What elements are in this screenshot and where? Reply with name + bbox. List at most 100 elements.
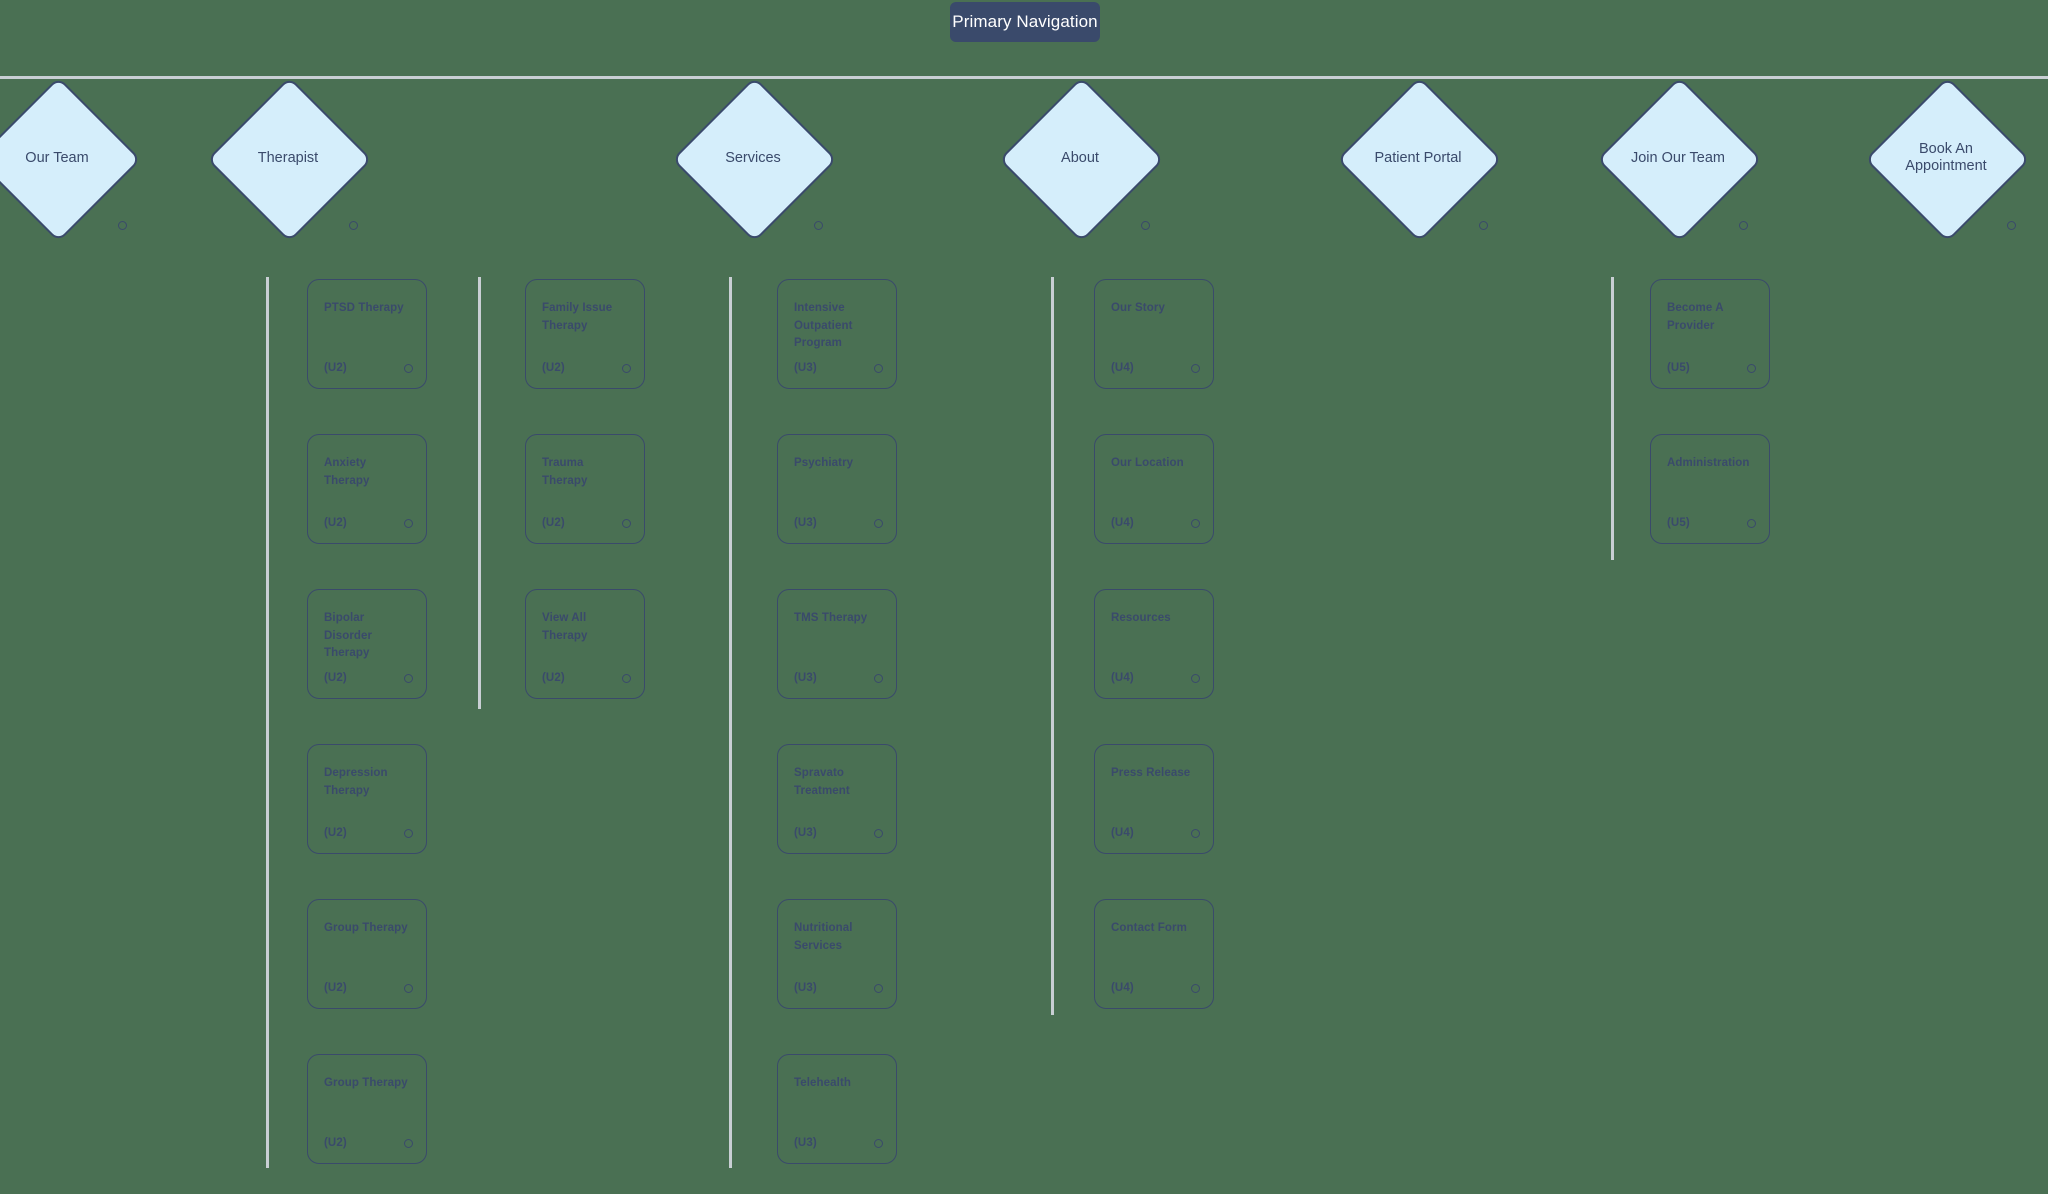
- top-level-node-book-an-appointment[interactable]: Book An Appointment: [1864, 76, 2031, 243]
- node-card[interactable]: Telehealth (U3): [777, 1054, 897, 1164]
- node-card-title: Group Therapy: [324, 1077, 408, 1089]
- node-anchor-circle-icon[interactable]: [874, 1139, 883, 1148]
- node-card-code: (U5): [1667, 362, 1690, 374]
- node-card-title: Telehealth: [794, 1077, 852, 1089]
- node-anchor-circle-icon[interactable]: [1747, 364, 1756, 373]
- node-anchor-circle-icon[interactable]: [118, 221, 127, 230]
- node-card-code: (U3): [794, 982, 817, 994]
- node-card[interactable]: View All Therapy (U2): [525, 589, 645, 699]
- diamond-shape: [998, 76, 1165, 243]
- node-card[interactable]: Group Therapy (U2): [307, 899, 427, 1009]
- node-card-code: (U2): [324, 982, 347, 994]
- top-level-node-join-our-team[interactable]: Join Our Team: [1596, 76, 1763, 243]
- node-card[interactable]: Press Release (U4): [1094, 744, 1214, 854]
- node-card[interactable]: Administration (U5): [1650, 434, 1770, 544]
- node-card-code: (U3): [794, 672, 817, 684]
- top-level-node-our-team[interactable]: Our Team: [0, 76, 142, 243]
- node-card-code: (U4): [1111, 672, 1134, 684]
- node-card[interactable]: Group Therapy (U2): [307, 1054, 427, 1164]
- node-anchor-circle-icon[interactable]: [404, 674, 413, 683]
- node-card-code: (U2): [324, 827, 347, 839]
- diamond-shape: [1596, 76, 1763, 243]
- node-card[interactable]: Psychiatry (U3): [777, 434, 897, 544]
- node-card[interactable]: Bipolar Disorder Therapy (U2): [307, 589, 427, 699]
- node-card-title: Psychiatry: [794, 457, 854, 469]
- rail-services: [729, 277, 732, 1168]
- rail-therapist-col2: [478, 277, 481, 709]
- node-card-title: Administration: [1667, 457, 1750, 469]
- node-anchor-circle-icon[interactable]: [404, 829, 413, 838]
- node-anchor-circle-icon[interactable]: [814, 221, 823, 230]
- node-card-title: Contact Form: [1111, 922, 1187, 934]
- node-card-title: Group Therapy: [324, 922, 408, 934]
- node-card-code: (U2): [542, 517, 565, 529]
- top-level-node-patient-portal[interactable]: Patient Portal: [1336, 76, 1503, 243]
- node-anchor-circle-icon[interactable]: [404, 1139, 413, 1148]
- node-card-code: (U3): [794, 827, 817, 839]
- node-anchor-circle-icon[interactable]: [1739, 221, 1748, 230]
- node-anchor-circle-icon[interactable]: [1141, 221, 1150, 230]
- node-anchor-circle-icon[interactable]: [874, 984, 883, 993]
- node-card[interactable]: Our Story (U4): [1094, 279, 1214, 389]
- node-card-code: (U2): [324, 1137, 347, 1149]
- node-card-code: (U4): [1111, 517, 1134, 529]
- diamond-shape: [671, 76, 838, 243]
- node-anchor-circle-icon[interactable]: [1191, 829, 1200, 838]
- node-card[interactable]: Nutritional Services (U3): [777, 899, 897, 1009]
- node-anchor-circle-icon[interactable]: [1191, 984, 1200, 993]
- node-card[interactable]: Anxiety Therapy (U2): [307, 434, 427, 544]
- node-card[interactable]: Spravato Treatment (U3): [777, 744, 897, 854]
- node-card-title: Depression Therapy: [324, 767, 388, 797]
- node-card[interactable]: Depression Therapy (U2): [307, 744, 427, 854]
- node-card[interactable]: Trauma Therapy (U2): [525, 434, 645, 544]
- node-anchor-circle-icon[interactable]: [622, 674, 631, 683]
- node-anchor-circle-icon[interactable]: [404, 364, 413, 373]
- node-anchor-circle-icon[interactable]: [404, 984, 413, 993]
- node-anchor-circle-icon[interactable]: [874, 829, 883, 838]
- node-card-code: (U2): [324, 362, 347, 374]
- node-card[interactable]: PTSD Therapy (U2): [307, 279, 427, 389]
- node-card[interactable]: Family Issue Therapy (U2): [525, 279, 645, 389]
- node-card[interactable]: TMS Therapy (U3): [777, 589, 897, 699]
- node-card-code: (U4): [1111, 982, 1134, 994]
- node-card-code: (U4): [1111, 362, 1134, 374]
- node-anchor-circle-icon[interactable]: [874, 519, 883, 528]
- rail-therapist-col1: [266, 277, 269, 1168]
- node-anchor-circle-icon[interactable]: [1479, 221, 1488, 230]
- node-card-title: Our Location: [1111, 457, 1184, 469]
- node-card-title: Family Issue Therapy: [542, 302, 613, 332]
- node-card-code: (U3): [794, 1137, 817, 1149]
- node-card[interactable]: Become A Provider (U5): [1650, 279, 1770, 389]
- sitemap-canvas: Primary Navigation Our Team Therapist Serv…: [0, 0, 2048, 1194]
- node-anchor-circle-icon[interactable]: [1191, 674, 1200, 683]
- node-anchor-circle-icon[interactable]: [349, 221, 358, 230]
- node-card-title: Become A Provider: [1667, 302, 1724, 332]
- node-anchor-circle-icon[interactable]: [2007, 221, 2016, 230]
- node-card-title: PTSD Therapy: [324, 302, 404, 314]
- primary-navigation-label: Primary Navigation: [950, 2, 1100, 42]
- top-level-node-services[interactable]: Services: [671, 76, 838, 243]
- node-anchor-circle-icon[interactable]: [1191, 519, 1200, 528]
- diamond-shape: [1864, 76, 2031, 243]
- node-card-title: Our Story: [1111, 302, 1165, 314]
- node-card[interactable]: Intensive Outpatient Program (U3): [777, 279, 897, 389]
- node-card-title: Bipolar Disorder Therapy: [324, 612, 373, 659]
- node-anchor-circle-icon[interactable]: [622, 364, 631, 373]
- top-level-node-about[interactable]: About: [998, 76, 1165, 243]
- top-level-node-therapist[interactable]: Therapist: [206, 76, 373, 243]
- node-card[interactable]: Contact Form (U4): [1094, 899, 1214, 1009]
- diamond-shape: [0, 76, 142, 243]
- node-card-title: Press Release: [1111, 767, 1191, 779]
- node-anchor-circle-icon[interactable]: [1191, 364, 1200, 373]
- node-anchor-circle-icon[interactable]: [874, 674, 883, 683]
- node-anchor-circle-icon[interactable]: [404, 519, 413, 528]
- node-card-code: (U3): [794, 517, 817, 529]
- rail-join-our-team: [1611, 277, 1614, 560]
- node-card-title: Trauma Therapy: [542, 457, 588, 487]
- node-anchor-circle-icon[interactable]: [622, 519, 631, 528]
- node-card[interactable]: Resources (U4): [1094, 589, 1214, 699]
- node-card[interactable]: Our Location (U4): [1094, 434, 1214, 544]
- node-anchor-circle-icon[interactable]: [874, 364, 883, 373]
- diamond-shape: [206, 76, 373, 243]
- node-anchor-circle-icon[interactable]: [1747, 519, 1756, 528]
